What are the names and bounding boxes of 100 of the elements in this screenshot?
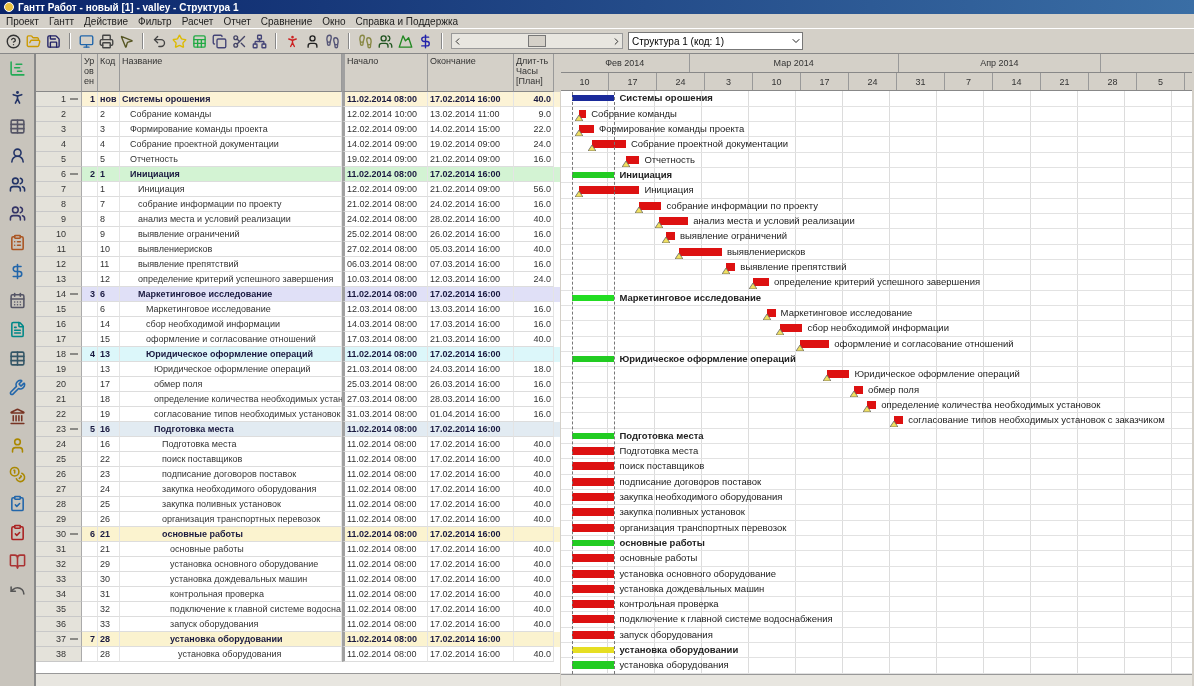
- star-icon[interactable]: [172, 33, 187, 49]
- row-header[interactable]: 15: [36, 302, 82, 317]
- row-header[interactable]: 9: [36, 212, 82, 227]
- task-bar[interactable]: [571, 477, 615, 486]
- menu-item[interactable]: Сравнение: [260, 15, 313, 27]
- scroll-slider[interactable]: [451, 33, 623, 49]
- row-header[interactable]: 7: [36, 182, 82, 197]
- row-header[interactable]: 28: [36, 497, 82, 512]
- checklist-icon[interactable]: [8, 495, 26, 512]
- task-bar[interactable]: [571, 661, 615, 670]
- task-bar[interactable]: [571, 446, 615, 455]
- task-bar[interactable]: [578, 186, 640, 195]
- row-header[interactable]: 2: [36, 107, 82, 122]
- row-header[interactable]: 37: [36, 632, 82, 647]
- task-bar[interactable]: [894, 416, 904, 425]
- people-icon[interactable]: [8, 205, 26, 222]
- task-bar[interactable]: [753, 278, 769, 287]
- task-bar[interactable]: [726, 262, 736, 271]
- runner-icon[interactable]: [285, 33, 300, 49]
- row-header[interactable]: 34: [36, 587, 82, 602]
- task-bar[interactable]: [780, 324, 803, 333]
- row-header[interactable]: 25: [36, 452, 82, 467]
- copy-icon[interactable]: [212, 33, 227, 49]
- task-bar[interactable]: [867, 400, 877, 409]
- task-bar[interactable]: [571, 462, 615, 471]
- horizontal-scrollbar[interactable]: [561, 673, 1192, 686]
- row-header[interactable]: 1: [36, 92, 82, 107]
- task-bar[interactable]: [592, 140, 626, 149]
- wrench-icon[interactable]: [8, 379, 26, 396]
- task-bar[interactable]: [766, 308, 776, 317]
- menu-item[interactable]: Справка и Поддержка: [355, 15, 459, 27]
- scissors-icon[interactable]: [232, 33, 247, 49]
- footprints-icon[interactable]: [325, 33, 340, 49]
- dollar-icon[interactable]: [418, 33, 433, 49]
- table-icon[interactable]: [8, 118, 26, 135]
- summary-bar[interactable]: [571, 95, 615, 102]
- mountain-icon[interactable]: [398, 33, 413, 49]
- row-header[interactable]: 17: [36, 332, 82, 347]
- people-icon[interactable]: [8, 176, 26, 193]
- task-bar[interactable]: [571, 584, 615, 593]
- row-header[interactable]: 6: [36, 167, 82, 182]
- clipboard-icon[interactable]: [8, 234, 26, 251]
- row-header[interactable]: 21: [36, 392, 82, 407]
- menu-item[interactable]: Проект: [6, 15, 39, 27]
- task-bar[interactable]: [625, 155, 640, 164]
- table-icon[interactable]: [8, 350, 26, 367]
- row-header[interactable]: 31: [36, 542, 82, 557]
- task-bar[interactable]: [800, 339, 830, 348]
- printer-icon[interactable]: [99, 33, 114, 49]
- row-header[interactable]: 13: [36, 272, 82, 287]
- row-header[interactable]: 32: [36, 557, 82, 572]
- calendar-icon[interactable]: [8, 292, 26, 309]
- row-header[interactable]: 26: [36, 467, 82, 482]
- slider-thumb[interactable]: [528, 35, 546, 47]
- task-bar[interactable]: [659, 216, 689, 225]
- row-header[interactable]: 20: [36, 377, 82, 392]
- task-bar[interactable]: [853, 385, 863, 394]
- task-bar[interactable]: [571, 569, 615, 578]
- row-header[interactable]: 38: [36, 647, 82, 662]
- task-bar[interactable]: [571, 630, 615, 639]
- row-header[interactable]: 27: [36, 482, 82, 497]
- task-bar[interactable]: [571, 508, 615, 517]
- horizontal-scrollbar[interactable]: [36, 673, 560, 686]
- task-bar[interactable]: [665, 232, 675, 241]
- row-header[interactable]: 14: [36, 287, 82, 302]
- monitor-icon[interactable]: [79, 33, 94, 49]
- task-bar[interactable]: [571, 600, 615, 609]
- task-bar[interactable]: [639, 201, 662, 210]
- row-header[interactable]: 11: [36, 242, 82, 257]
- person-icon[interactable]: [305, 33, 320, 49]
- structure-dropdown[interactable]: Структура 1 (код: 1): [628, 32, 803, 50]
- task-bar[interactable]: [571, 615, 615, 624]
- row-header[interactable]: 18: [36, 347, 82, 362]
- menu-item[interactable]: Фильтр: [138, 15, 172, 27]
- menu-item[interactable]: Отчет: [223, 15, 251, 27]
- pointer-icon[interactable]: [119, 33, 134, 49]
- task-bar[interactable]: [571, 554, 615, 563]
- help-icon[interactable]: [6, 33, 21, 49]
- row-header[interactable]: 12: [36, 257, 82, 272]
- row-header[interactable]: 23: [36, 422, 82, 437]
- row-header[interactable]: 22: [36, 407, 82, 422]
- row-header[interactable]: 4: [36, 137, 82, 152]
- row-header[interactable]: 35: [36, 602, 82, 617]
- row-header[interactable]: 8: [36, 197, 82, 212]
- book-icon[interactable]: [8, 553, 26, 570]
- task-bar[interactable]: [571, 523, 615, 532]
- row-header[interactable]: 24: [36, 437, 82, 452]
- undo-icon[interactable]: [152, 33, 167, 49]
- person-icon[interactable]: [8, 147, 26, 164]
- row-header[interactable]: 29: [36, 512, 82, 527]
- menu-item[interactable]: Окно: [322, 15, 346, 27]
- building-icon[interactable]: [8, 408, 26, 425]
- tree-icon[interactable]: [252, 33, 267, 49]
- save-icon[interactable]: [46, 33, 61, 49]
- task-bar[interactable]: [578, 125, 595, 133]
- menu-item[interactable]: Действие: [84, 15, 129, 27]
- row-header[interactable]: 30: [36, 527, 82, 542]
- task-bar[interactable]: [827, 370, 850, 379]
- task-bar[interactable]: [679, 247, 722, 256]
- row-header[interactable]: 19: [36, 362, 82, 377]
